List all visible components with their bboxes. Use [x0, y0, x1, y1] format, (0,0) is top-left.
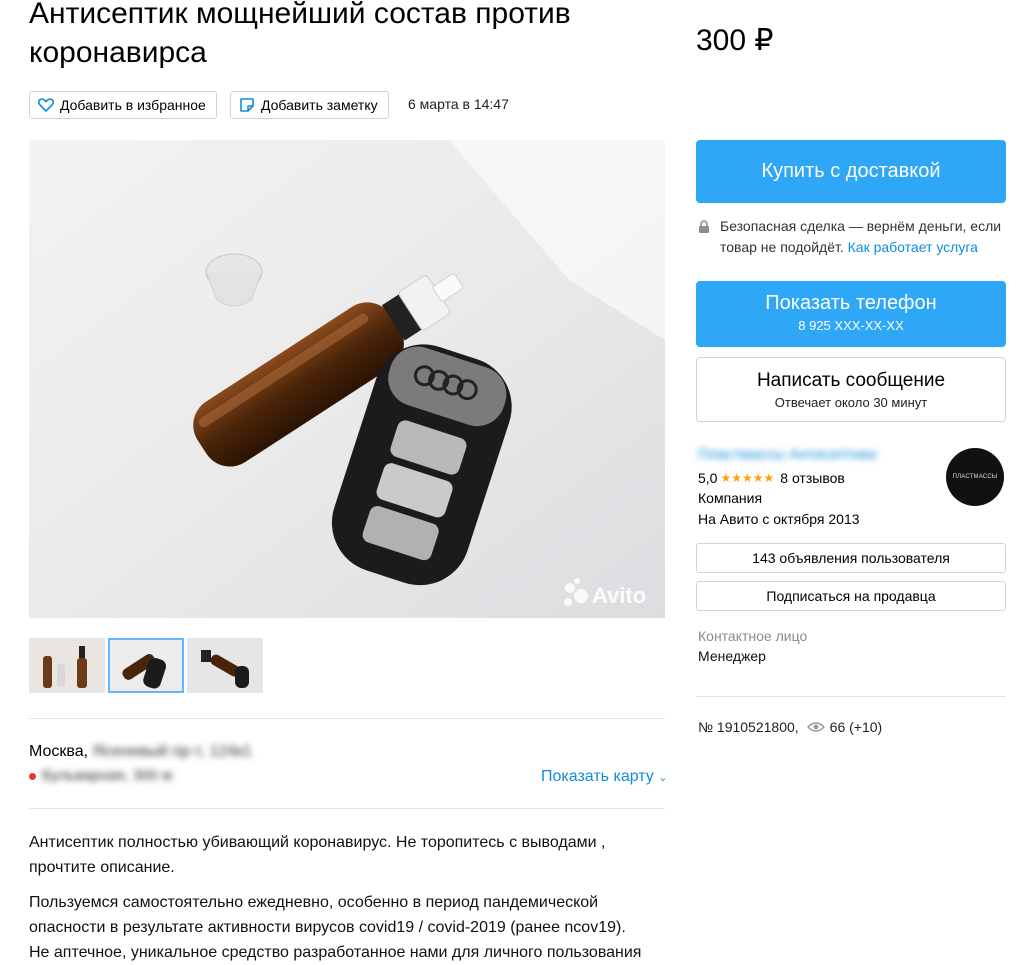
- metro-dot-icon: [29, 772, 36, 780]
- rating-value: 5,0: [698, 470, 718, 486]
- location-city: Москва,: [29, 743, 89, 760]
- show-map-link[interactable]: Показать карту ⌄: [541, 767, 667, 788]
- write-message-button[interactable]: Написать сообщение Отвечает около 30 мин…: [696, 357, 1006, 422]
- seller-rating[interactable]: 5,0 ★★★★★ 8 отзывов: [698, 469, 845, 487]
- phone-number: 8 925 XXX-XX-XX: [798, 318, 904, 333]
- note-icon: [240, 98, 254, 112]
- reply-time: Отвечает около 30 минут: [774, 395, 928, 410]
- divider: [29, 808, 665, 809]
- buy-with-delivery-button[interactable]: Купить с доставкой: [696, 140, 1006, 203]
- metro-station: Бульварная, 300 м: [42, 767, 173, 784]
- write-message-label: Написать сообщение: [756, 370, 946, 391]
- eye-icon: [806, 722, 825, 732]
- thumbnail-2[interactable]: [108, 638, 184, 693]
- subscribe-seller-button[interactable]: Подписаться на продавца: [696, 581, 1006, 611]
- listing-id: № 1910521800,: [698, 719, 799, 735]
- location-street: Ясеневый пр-т, 124к1: [92, 743, 253, 760]
- contact-person-name: Менеджер: [698, 648, 766, 664]
- avatar[interactable]: ПЛАСТМАССЫ: [946, 448, 1004, 506]
- safe-deal-link[interactable]: Как работает услуга: [848, 239, 978, 255]
- location-address: Москва, Ясеневый пр-т, 124к1: [29, 742, 252, 762]
- add-note-label: Добавить заметку: [261, 97, 378, 113]
- description-paragraph-1: Антисептик полностью убивающий коронавир…: [29, 834, 606, 876]
- add-note-button[interactable]: Добавить заметку: [230, 91, 389, 119]
- listing-date: 6 марта в 14:47: [408, 96, 509, 112]
- star-rating-icon: ★★★★★: [720, 471, 775, 485]
- description-paragraph-2: Пользуемся самостоятельно ежедневно, осо…: [29, 894, 642, 961]
- listing-meta: № 1910521800, 66 (+10): [698, 718, 882, 736]
- avatar-text: ПЛАСТМАССЫ: [952, 474, 998, 480]
- safe-deal-note: Безопасная сделка — вернём деньги, если …: [720, 216, 1010, 258]
- add-favorite-label: Добавить в избранное: [60, 97, 206, 113]
- buy-with-delivery-label: Купить с доставкой: [761, 160, 941, 182]
- listing-title: Антисептик мощнейший состав против корон…: [29, 0, 571, 69]
- show-map-label: Показать карту: [541, 768, 654, 785]
- user-ads-button[interactable]: 143 объявления пользователя: [696, 543, 1006, 573]
- divider: [29, 718, 665, 719]
- location-metro: Бульварная, 300 м: [29, 766, 172, 786]
- reviews-count: 8 отзывов: [780, 470, 845, 486]
- heart-icon: [38, 98, 54, 112]
- divider: [696, 696, 1006, 697]
- thumbnail-1[interactable]: [29, 638, 105, 693]
- lock-icon: [698, 220, 712, 234]
- seller-type: Компания: [698, 490, 763, 506]
- views-count: 66 (+10): [829, 719, 883, 735]
- main-photo[interactable]: Avito: [29, 140, 665, 618]
- watermark-text: Avito: [592, 583, 646, 608]
- listing-price: 300 ₽: [696, 24, 774, 57]
- contact-person-label: Контактное лицо: [698, 628, 808, 644]
- seller-since: На Авито с октября 2013: [698, 511, 860, 527]
- show-phone-label: Показать телефон: [765, 292, 937, 314]
- show-phone-button[interactable]: Показать телефон 8 925 XXX-XX-XX: [696, 281, 1006, 347]
- seller-name[interactable]: Пластмассы Антисептики: [698, 446, 877, 463]
- thumbnail-3[interactable]: [187, 638, 263, 693]
- chevron-down-icon: ⌄: [658, 772, 668, 784]
- add-favorite-button[interactable]: Добавить в избранное: [29, 91, 217, 119]
